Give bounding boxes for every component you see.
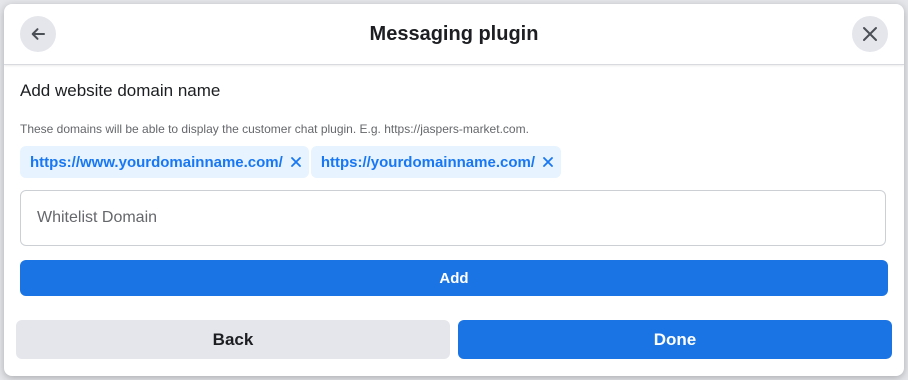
whitelist-domain-input[interactable] <box>20 190 886 246</box>
remove-domain-button[interactable] <box>290 157 301 167</box>
domain-chip: https://www.yourdomainname.com/ <box>20 146 309 178</box>
domain-chip-label: https://www.yourdomainname.com/ <box>30 153 283 171</box>
done-button[interactable]: Done <box>458 320 892 359</box>
arrow-left-icon <box>31 28 45 40</box>
domain-hint-text: These domains will be able to display th… <box>20 122 529 136</box>
close-button[interactable] <box>852 16 888 52</box>
add-domain-button[interactable]: Add <box>20 260 888 296</box>
dialog-title: Messaging plugin <box>369 23 539 45</box>
remove-domain-button[interactable] <box>543 157 553 167</box>
domain-chip-label: https://yourdomainname.com/ <box>320 153 536 171</box>
domain-chip: https://yourdomainname.com/ <box>310 146 562 178</box>
dialog-header: Messaging plugin <box>4 4 904 65</box>
section-title: Add website domain name <box>20 81 221 100</box>
back-button[interactable]: Back <box>16 320 450 359</box>
domain-chip-list: https://www.yourdomainname.com/ https://… <box>20 146 562 178</box>
close-icon <box>543 157 553 167</box>
close-icon <box>290 157 301 167</box>
close-icon <box>863 27 877 41</box>
messaging-plugin-dialog: Messaging plugin Add website domain name… <box>4 4 904 376</box>
back-arrow-button[interactable] <box>20 16 56 52</box>
